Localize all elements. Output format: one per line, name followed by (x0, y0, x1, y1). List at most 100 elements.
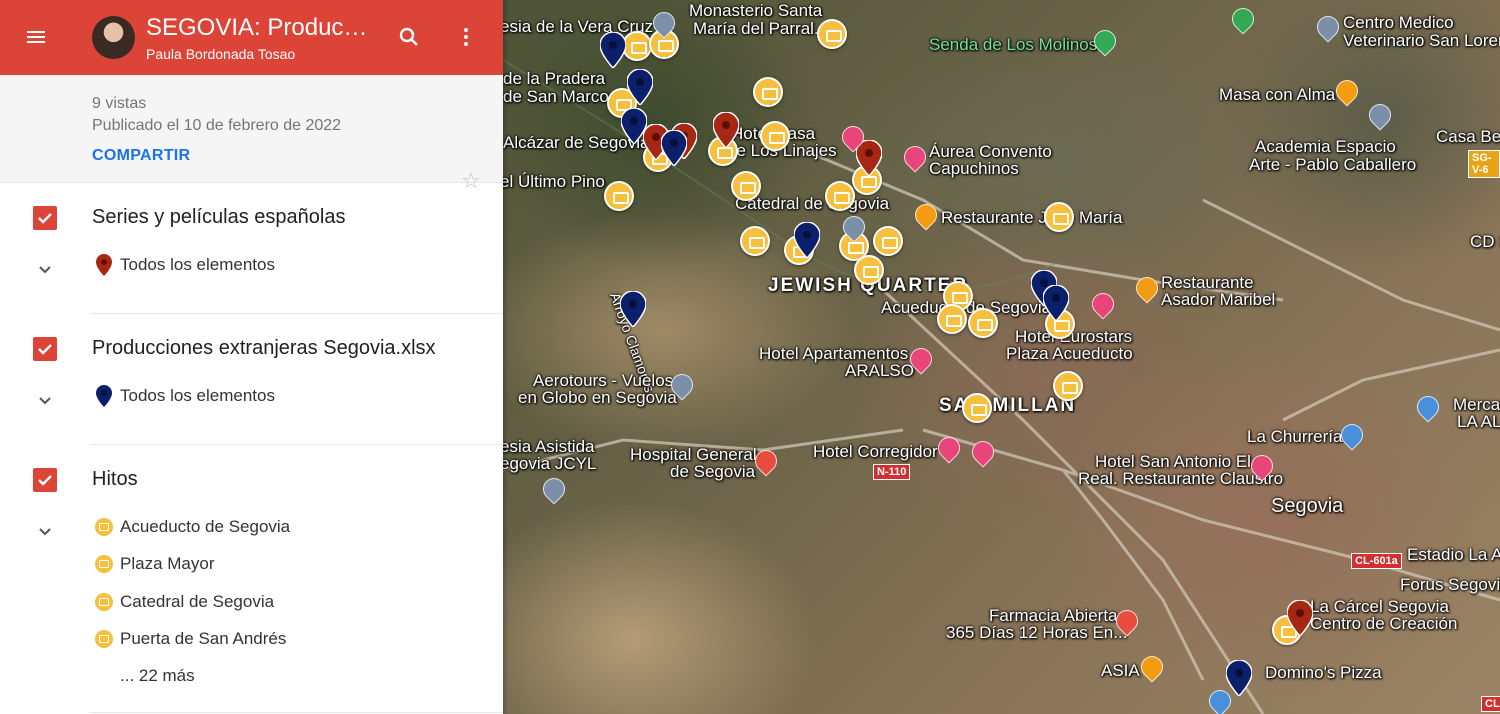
map-label: ASIA (1101, 661, 1140, 680)
map-label: egovia JCYL (503, 454, 597, 473)
map-label: Segovia (1271, 495, 1344, 517)
map-label: el Último Pino (503, 172, 605, 191)
layer-checkbox[interactable] (33, 337, 57, 361)
map-label: Monasterio Santa (689, 1, 823, 20)
map-label: en Globo en Segovia (518, 388, 677, 407)
blue-pin-marker[interactable] (794, 222, 820, 258)
satellite-map[interactable]: Monasterio Santa María del Parral... esi… (503, 0, 1500, 714)
layer-checkbox[interactable] (33, 206, 57, 230)
map-label: Domino's Pizza (1265, 663, 1382, 682)
road-shield: CL-601a (1351, 553, 1402, 569)
app-header: SEGOVIA: Producciones audiovisuales Paul… (0, 0, 503, 75)
landmark-marker[interactable] (962, 393, 992, 423)
published-date: Publicado el 10 de febrero de 2022 (92, 117, 342, 134)
map-label: María del Parral... (693, 19, 829, 38)
map-label: Casa Bel (1436, 127, 1500, 146)
landmark-marker[interactable] (1044, 202, 1074, 232)
landmark-marker[interactable] (604, 181, 634, 211)
more-options-button[interactable] (448, 19, 484, 55)
list-item[interactable]: Puerta de San Andrés (94, 629, 286, 649)
map-label: Capuchinos (929, 159, 1019, 178)
map-label: Restaurante José María (941, 208, 1123, 227)
list-item-label: Plaza Mayor (120, 554, 215, 573)
map-label: Asador Maribel (1161, 290, 1276, 309)
hamburger-icon (27, 31, 45, 43)
blue-pin-marker[interactable] (1226, 660, 1252, 696)
landmark-marker[interactable] (1053, 371, 1083, 401)
map-label: Hotel Corregidor (813, 442, 938, 461)
red-pin-marker[interactable] (713, 112, 739, 148)
map-label: Arte - Pablo Caballero (1249, 155, 1417, 174)
map-label: Forus Segovia (1400, 575, 1500, 594)
map-label: de San Marcos (503, 87, 618, 106)
landmark-marker[interactable] (968, 308, 998, 338)
list-item-label: Todos los elementos (120, 386, 275, 405)
map-label: Senda de Los Molinos (929, 35, 1098, 54)
landmark-marker[interactable] (825, 181, 855, 211)
check-icon (38, 213, 52, 224)
layer-checkbox[interactable] (33, 468, 57, 492)
map-label: Catedral de Segovia (735, 194, 890, 213)
map-label: Veterinario San Loren (1343, 31, 1500, 50)
camera-icon (94, 592, 114, 612)
chevron-down-icon[interactable] (35, 522, 55, 542)
camera-icon (94, 554, 114, 574)
layer-title: Series y películas españolas (92, 206, 346, 228)
map-label: de Segovia (670, 462, 756, 481)
check-icon (38, 475, 52, 486)
blue-pin-marker[interactable] (627, 69, 653, 105)
road-shield: CL- (1481, 696, 1500, 712)
landmark-marker[interactable] (740, 226, 770, 256)
list-item[interactable]: Acueducto de Segovia (94, 517, 290, 537)
author-avatar[interactable] (92, 16, 135, 59)
more-items-link[interactable]: ... 22 más (120, 666, 195, 686)
red-pin-icon (94, 254, 114, 276)
blue-pin-icon (94, 385, 114, 407)
list-item[interactable]: Plaza Mayor (94, 554, 214, 574)
landmark-marker[interactable] (622, 31, 652, 61)
more-vert-icon (464, 28, 468, 46)
layer-producciones-extranjeras: Producciones extranjeras Segovia.xlsx To… (33, 314, 503, 445)
list-item-label: Puerta de San Andrés (120, 629, 287, 648)
road-shield: N-110 (873, 464, 911, 480)
red-pin-marker[interactable] (1287, 600, 1313, 636)
chevron-down-icon[interactable] (35, 260, 55, 280)
list-item-label: Todos los elementos (120, 255, 275, 274)
blue-pin-marker[interactable] (600, 32, 626, 68)
list-item[interactable]: Todos los elementos (94, 385, 275, 407)
blue-pin-marker[interactable] (661, 130, 687, 166)
layer-title: Hitos (92, 468, 138, 490)
map-label: La Churrería (1247, 427, 1343, 446)
map-label: LA ALBU (1457, 412, 1500, 431)
layer-series-peliculas: Series y películas españolas Todos los e… (33, 183, 503, 314)
chevron-down-icon[interactable] (35, 391, 55, 411)
landmark-marker[interactable] (753, 77, 783, 107)
landmark-marker[interactable] (937, 304, 967, 334)
map-author: Paula Bordonada Tosao (146, 46, 296, 62)
search-icon (399, 27, 418, 46)
map-label: Academia Espacio (1255, 137, 1396, 156)
landmark-marker[interactable] (817, 19, 847, 49)
landmark-marker[interactable] (760, 121, 790, 151)
landmark-marker[interactable] (731, 171, 761, 201)
landmark-marker[interactable] (873, 226, 903, 256)
search-button[interactable] (391, 19, 427, 55)
road-shield: SG-V-6 (1468, 150, 1500, 178)
map-label: Masa con Alma (1219, 85, 1336, 104)
view-count: 9 vistas (92, 95, 147, 112)
blue-pin-marker[interactable] (620, 291, 646, 327)
list-item-label: Catedral de Segovia (120, 592, 275, 611)
list-item[interactable]: Catedral de Segovia (94, 592, 274, 612)
list-item[interactable]: Todos los elementos (94, 254, 275, 276)
landmark-marker[interactable] (854, 255, 884, 285)
blue-pin-marker[interactable] (1043, 285, 1069, 321)
sidebar-panel: SEGOVIA: Producciones audiovisuales Paul… (0, 0, 503, 714)
map-info: 9 vistas Publicado el 10 de febrero de 2… (0, 75, 503, 193)
share-button[interactable]: COMPARTIR (92, 147, 190, 165)
map-label: Centro de Creación (1310, 614, 1458, 633)
map-label: CD S (1470, 232, 1500, 251)
map-label: SAN MILLAN (939, 395, 1077, 416)
map-label: ARALSO (845, 361, 914, 380)
camera-icon (94, 517, 114, 537)
menu-button[interactable] (18, 19, 54, 55)
